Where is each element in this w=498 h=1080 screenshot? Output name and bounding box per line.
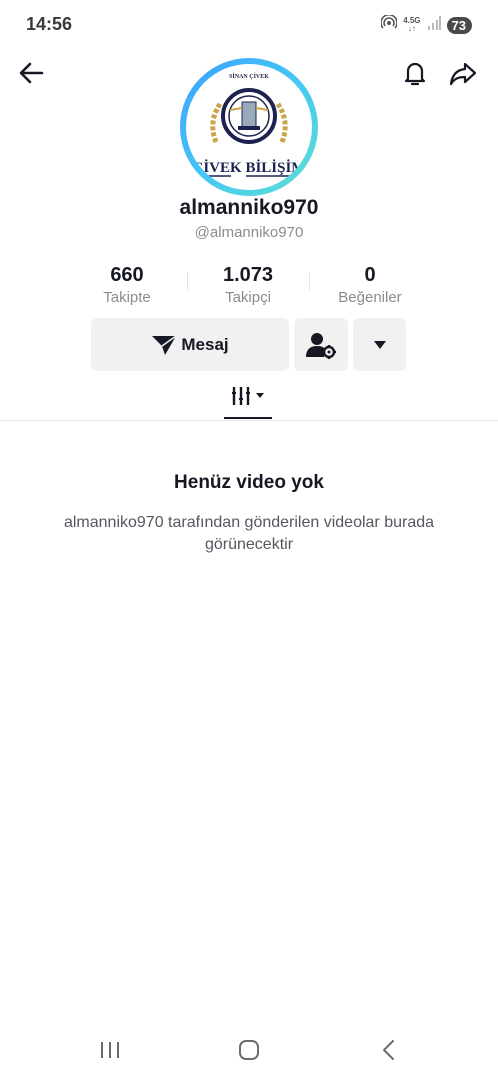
battery-icon: 73	[446, 16, 472, 34]
message-label: Mesaj	[181, 334, 229, 354]
stat-following[interactable]: 660 Takipte	[67, 264, 187, 306]
tab-videos[interactable]	[224, 380, 272, 412]
share-button[interactable]	[445, 55, 481, 91]
message-button[interactable]: Mesaj	[91, 318, 289, 371]
divider	[0, 420, 498, 421]
hotspot-icon	[380, 13, 398, 36]
arrow-left-icon	[19, 62, 44, 84]
recent-apps-icon	[101, 1042, 119, 1058]
profile-handle: @almanniko970	[194, 224, 304, 241]
status-icons: 4.5G ↓↑ 73	[380, 13, 472, 36]
svg-text:ÇİVEK BİLİŞİM: ÇİVEK BİLİŞİM	[193, 159, 306, 176]
tab-indicator	[224, 417, 272, 419]
follow-settings-button[interactable]	[294, 318, 348, 371]
avatar[interactable]: SİNAN ÇİVEK ÇİVEK BİLİŞİM	[186, 64, 312, 190]
likes-count: 0	[364, 264, 376, 286]
notification-button[interactable]	[397, 55, 433, 91]
brand-logo: SİNAN ÇİVEK ÇİVEK BİLİŞİM	[193, 73, 306, 177]
system-back-button[interactable]	[369, 1035, 409, 1065]
recent-apps-button[interactable]	[90, 1035, 130, 1065]
user-settings-icon	[306, 332, 336, 359]
caret-down-icon	[373, 340, 386, 349]
likes-label: Beğeniler	[338, 289, 402, 306]
following-count: 660	[110, 264, 144, 286]
send-plane-icon	[152, 334, 177, 355]
network-type: 4.5G	[403, 16, 421, 25]
stat-followers[interactable]: 1.073 Takipçi	[188, 264, 308, 306]
signal-icon	[427, 15, 441, 35]
display-name: almanniko970	[179, 196, 319, 219]
data-arrows-icon: 4.5G ↓↑	[403, 16, 421, 33]
home-icon	[239, 1040, 259, 1060]
followers-count: 1.073	[222, 264, 274, 286]
empty-state-description: almanniko970 tarafından gönderilen video…	[63, 514, 435, 553]
empty-state-title: Henüz video yok	[174, 472, 324, 493]
share-arrow-icon	[449, 62, 477, 86]
back-icon	[383, 1040, 394, 1060]
svg-text:SİNAN ÇİVEK: SİNAN ÇİVEK	[229, 73, 269, 80]
more-button[interactable]	[353, 318, 406, 371]
stat-likes[interactable]: 0 Beğeniler	[310, 264, 430, 306]
status-time: 14:56	[26, 14, 73, 34]
grid-filter-icon	[232, 387, 264, 405]
home-button[interactable]	[229, 1035, 269, 1065]
back-button[interactable]	[13, 55, 49, 91]
bell-icon	[404, 62, 426, 86]
following-label: Takipte	[103, 289, 151, 306]
followers-label: Takipçi	[225, 289, 271, 306]
